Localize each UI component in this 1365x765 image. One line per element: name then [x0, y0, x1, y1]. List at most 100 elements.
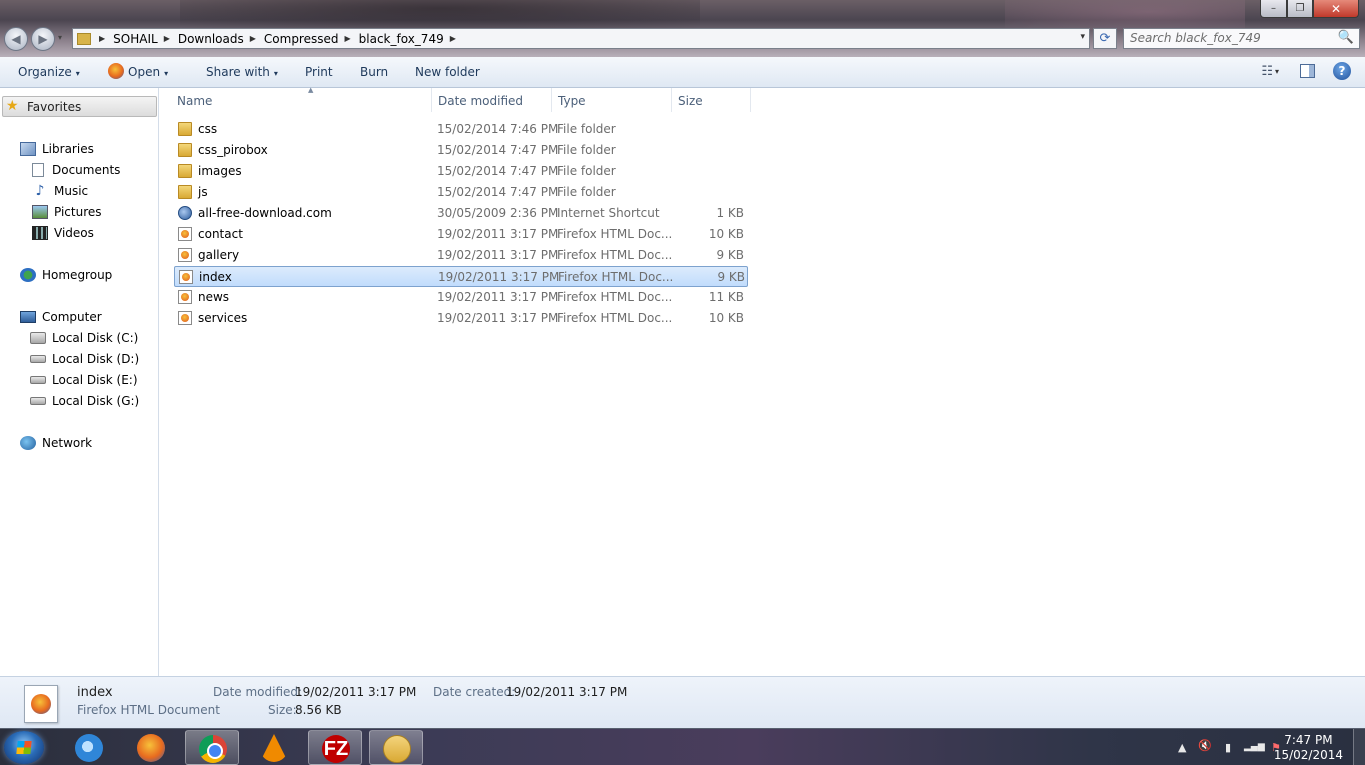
breadcrumb-separator[interactable]: ▶ [99, 34, 105, 43]
refresh-button[interactable]: ⟳ [1093, 28, 1117, 49]
sidebar-item-local-disk-c[interactable]: Local Disk (C:) [30, 331, 138, 345]
file-type: File folder [557, 185, 616, 199]
navigation-pane: ★ Favorites Libraries Documents ♪ Music P… [0, 88, 159, 676]
file-name: gallery [198, 248, 240, 262]
search-placeholder: Search black_fox_749 [1130, 31, 1261, 45]
back-button[interactable]: ◀ [4, 27, 28, 51]
file-row[interactable]: images 15/02/2014 7:47 PM File folder [174, 161, 748, 182]
search-input[interactable]: Search black_fox_749 🔍 [1123, 28, 1360, 49]
search-icon[interactable]: 🔍 [1338, 30, 1354, 45]
help-icon[interactable]: ? [1333, 62, 1351, 80]
sidebar-item-music[interactable]: ♪ Music [32, 184, 89, 198]
sidebar-item-documents[interactable]: Documents [32, 163, 120, 177]
file-row[interactable]: css_pirobox 15/02/2014 7:47 PM File fold… [174, 140, 748, 161]
details-modified-value: 19/02/2011 3:17 PM [295, 685, 417, 699]
column-label: Type [558, 94, 586, 108]
taskbar-chrome[interactable] [185, 730, 239, 765]
firefox-html-icon [178, 227, 192, 241]
breadcrumb-separator[interactable]: ▶ [450, 34, 456, 43]
taskbar: FZ ▲ 🔇 ▮ ▂▄▆ ⚑ 7:47 PM 15/02/2014 [0, 728, 1365, 765]
show-hidden-icons-icon[interactable]: ▲ [1178, 741, 1186, 754]
file-date: 15/02/2014 7:47 PM [437, 164, 559, 178]
sidebar-item-libraries[interactable]: Libraries [20, 142, 94, 156]
share-with-button[interactable]: Share with ▾ [206, 65, 278, 79]
file-row[interactable]: news 19/02/2011 3:17 PM Firefox HTML Doc… [174, 287, 748, 308]
folder-icon [178, 185, 192, 199]
taskbar-vlc[interactable] [247, 730, 301, 765]
sidebar-item-local-disk-e[interactable]: Local Disk (E:) [30, 373, 138, 387]
sidebar-item-local-disk-d[interactable]: Local Disk (D:) [30, 352, 139, 366]
column-label: Name [177, 94, 213, 108]
breadcrumb-downloads[interactable]: Downloads [178, 32, 244, 46]
sidebar-item-label: Local Disk (G:) [52, 394, 140, 408]
file-row[interactable]: contact 19/02/2011 3:17 PM Firefox HTML … [174, 224, 748, 245]
minimize-button[interactable]: – [1260, 0, 1287, 18]
network-icon [20, 436, 36, 450]
sidebar-item-computer[interactable]: Computer [20, 310, 102, 324]
breadcrumb-separator[interactable]: ▶ [250, 34, 256, 43]
breadcrumb-separator[interactable]: ▶ [345, 34, 351, 43]
change-view-icon[interactable]: ☷ [1261, 64, 1273, 79]
sidebar-item-favorites[interactable]: ★ Favorites [2, 96, 157, 117]
taskbar-windows-explorer[interactable] [369, 730, 423, 765]
breadcrumb-black-fox-749[interactable]: black_fox_749 [359, 32, 444, 46]
preview-pane-icon[interactable] [1300, 64, 1315, 78]
close-button[interactable]: ✕ [1313, 0, 1359, 18]
file-size: 11 KB [708, 290, 744, 304]
open-button[interactable]: Open ▾ [108, 63, 168, 79]
sidebar-item-homegroup[interactable]: Homegroup [20, 268, 112, 282]
new-folder-button[interactable]: New folder [415, 65, 480, 79]
burn-button[interactable]: Burn [360, 65, 388, 79]
file-type: Firefox HTML Doc... [558, 270, 674, 284]
file-row[interactable]: css 15/02/2014 7:46 PM File folder [174, 119, 748, 140]
show-desktop-button[interactable] [1353, 729, 1365, 765]
file-date: 19/02/2011 3:17 PM [437, 248, 559, 262]
organize-button[interactable]: Organize ▾ [18, 65, 80, 79]
column-header-type[interactable]: Type [552, 88, 672, 112]
forward-arrow-icon: ▶ [38, 32, 48, 46]
taskbar-firefox[interactable] [124, 730, 178, 765]
print-button[interactable]: Print [305, 65, 333, 79]
chevron-down-icon[interactable]: ▾ [1275, 67, 1279, 76]
file-row[interactable]: js 15/02/2014 7:47 PM File folder [174, 182, 748, 203]
sidebar-item-local-disk-g[interactable]: Local Disk (G:) [30, 394, 139, 408]
taskbar-filezilla[interactable]: FZ [308, 730, 362, 765]
sidebar-item-label: Local Disk (C:) [52, 331, 139, 345]
network-signal-icon[interactable]: ▂▄▆ [1244, 742, 1265, 752]
sidebar-item-videos[interactable]: Videos [32, 226, 94, 240]
details-modified-label: Date modified: [213, 685, 303, 699]
drive-icon [30, 397, 46, 405]
windows-explorer-icon [383, 735, 411, 763]
file-row[interactable]: all-free-download.com 30/05/2009 2:36 PM… [174, 203, 748, 224]
file-row[interactable]: gallery 19/02/2011 3:17 PM Firefox HTML … [174, 245, 748, 266]
file-date: 15/02/2014 7:47 PM [437, 185, 559, 199]
sidebar-item-network[interactable]: Network [20, 436, 92, 450]
volume-muted-icon[interactable]: 🔇 [1198, 739, 1212, 752]
file-type: Internet Shortcut [557, 206, 660, 220]
column-header-size[interactable]: Size [672, 88, 751, 112]
folder-icon [178, 122, 192, 136]
file-row-selected[interactable]: index 19/02/2011 3:17 PM Firefox HTML Do… [174, 266, 748, 287]
recent-pages-dropdown[interactable]: ▾ [58, 33, 62, 42]
column-header-date-modified[interactable]: Date modified [432, 88, 552, 112]
address-bar[interactable]: ▶ SOHAIL ▶ Downloads ▶ Compressed ▶ blac… [72, 28, 1090, 49]
taskbar-internet-explorer[interactable] [62, 730, 116, 765]
breadcrumb-compressed[interactable]: Compressed [264, 32, 339, 46]
file-name: css [198, 122, 218, 136]
battery-icon[interactable]: ▮ [1225, 741, 1231, 754]
firefox-html-icon [178, 290, 192, 304]
chrome-icon [199, 735, 227, 763]
start-button[interactable] [4, 731, 44, 764]
forward-button[interactable]: ▶ [31, 27, 55, 51]
computer-icon [20, 311, 36, 323]
breadcrumb-sohail[interactable]: SOHAIL [113, 32, 158, 46]
column-header-name[interactable]: Name ▲ [171, 86, 432, 112]
sidebar-item-pictures[interactable]: Pictures [32, 205, 102, 219]
clock[interactable]: 7:47 PM 15/02/2014 [1274, 733, 1343, 763]
file-row[interactable]: services 19/02/2011 3:17 PM Firefox HTML… [174, 308, 748, 329]
address-dropdown-button[interactable]: ▾ [1080, 32, 1085, 42]
maximize-button[interactable]: ❐ [1287, 0, 1313, 18]
homegroup-icon [20, 268, 36, 282]
details-created-label: Date created: [433, 685, 516, 699]
breadcrumb-separator[interactable]: ▶ [164, 34, 170, 43]
